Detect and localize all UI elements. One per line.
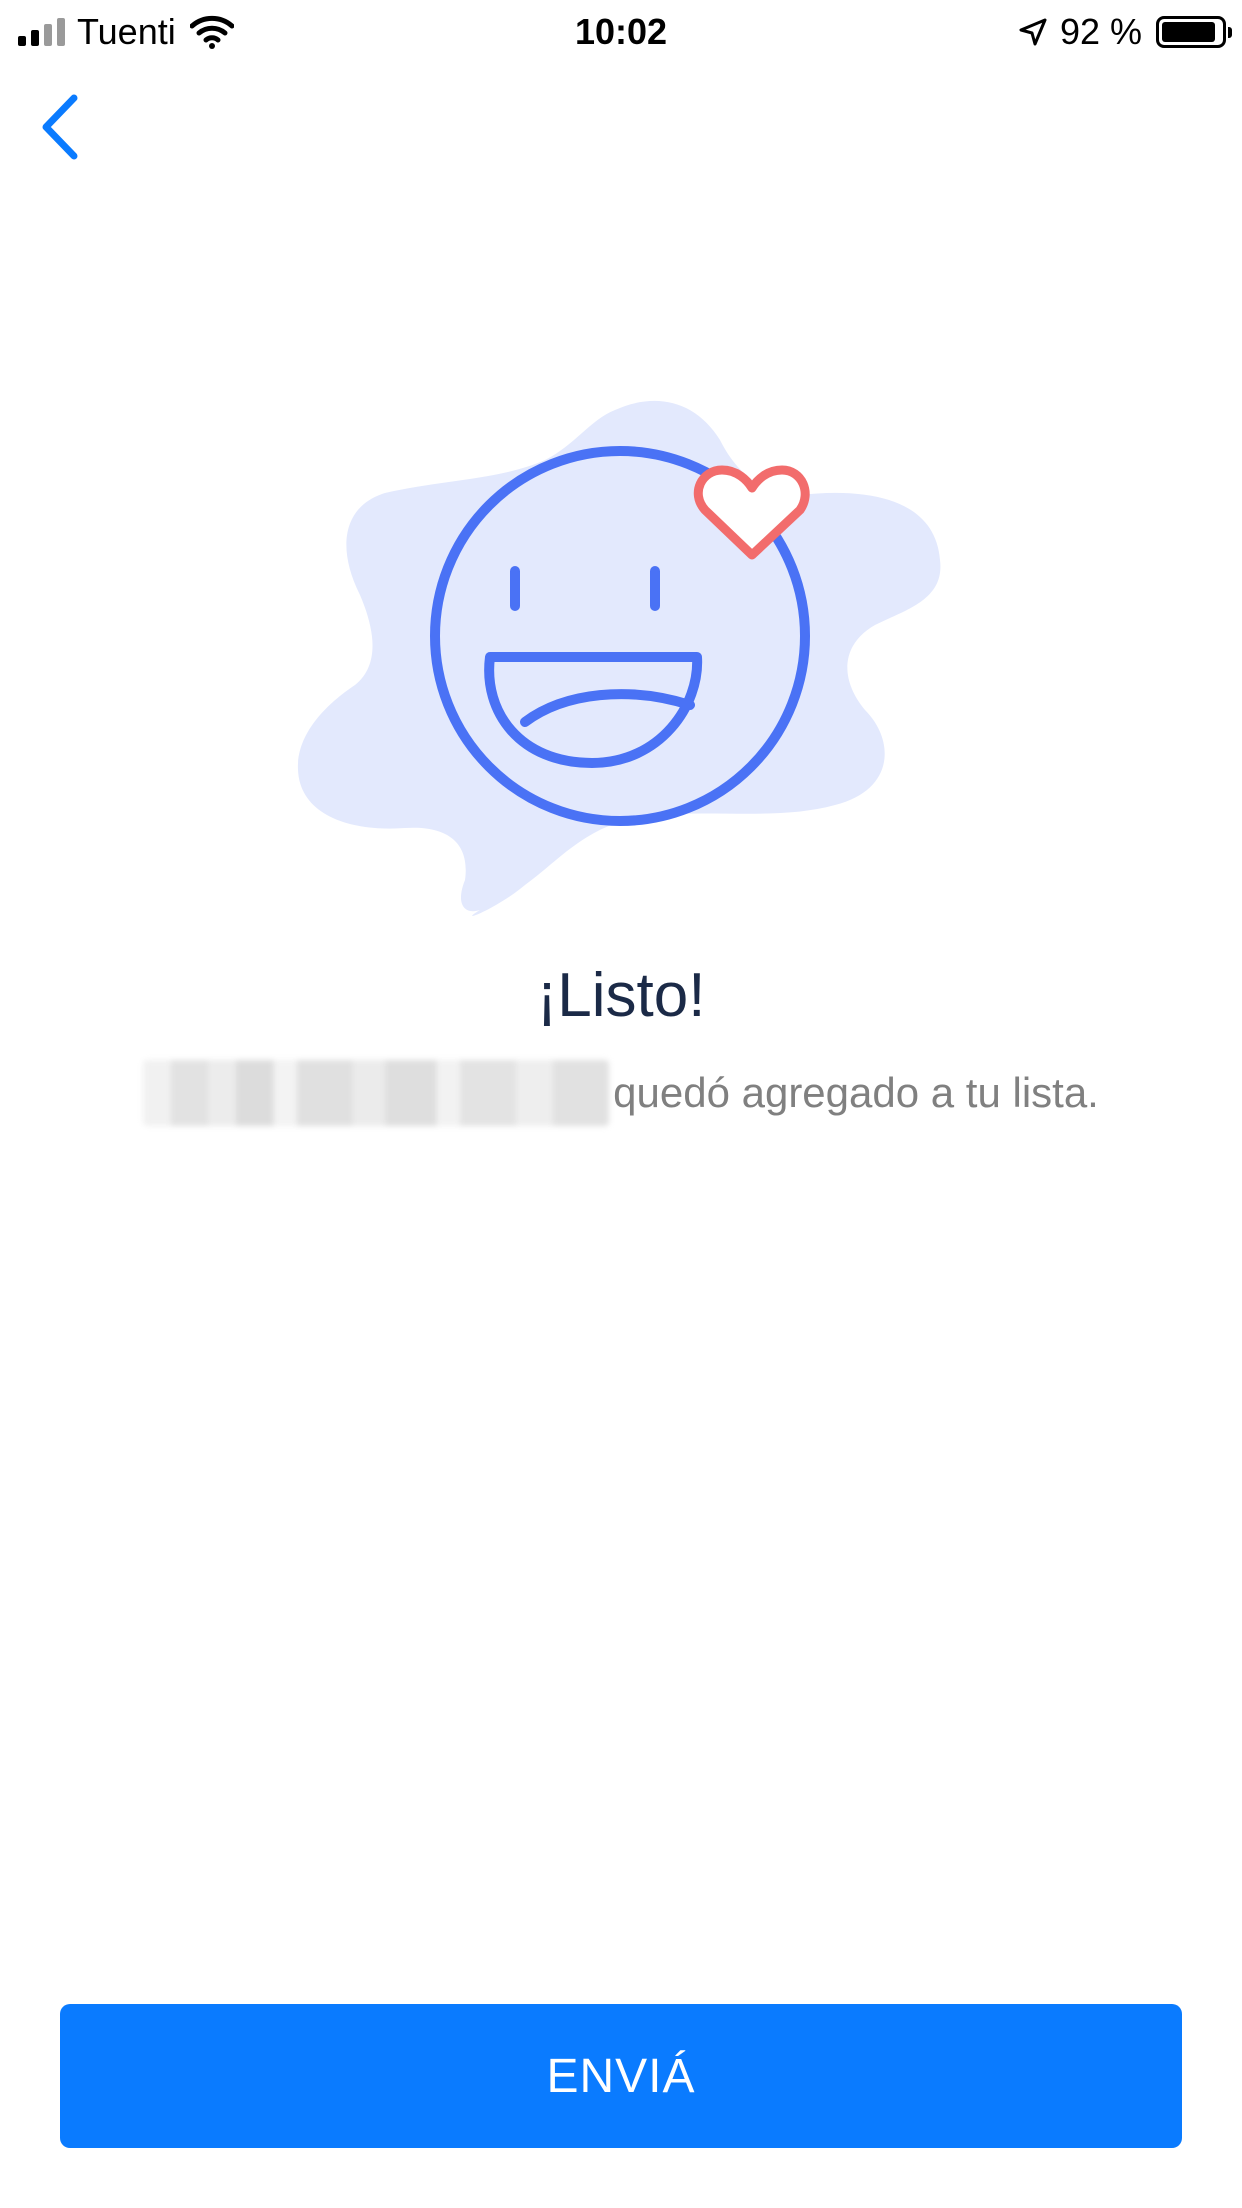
- subtitle-text: quedó agregado a tu lista.: [613, 1069, 1099, 1116]
- status-right: 92 %: [1018, 8, 1232, 56]
- chevron-left-icon: [42, 94, 78, 160]
- back-button[interactable]: [20, 82, 100, 172]
- redacted-item-name: [143, 1060, 610, 1126]
- location-arrow-icon: [1019, 18, 1047, 46]
- battery-icon: [1156, 16, 1232, 48]
- battery-level-fill: [1162, 22, 1216, 42]
- status-bar: Tuenti 10:02 92 %: [0, 0, 1242, 62]
- send-button-label: ENVIÁ: [546, 2049, 696, 2103]
- subtitle: quedó agregado a tu lista.: [0, 1060, 1242, 1126]
- page-title: ¡Listo!: [536, 961, 706, 1030]
- send-button[interactable]: ENVIÁ: [60, 2004, 1182, 2148]
- battery-percent: 92 %: [1059, 11, 1142, 52]
- success-illustration: [297, 400, 941, 916]
